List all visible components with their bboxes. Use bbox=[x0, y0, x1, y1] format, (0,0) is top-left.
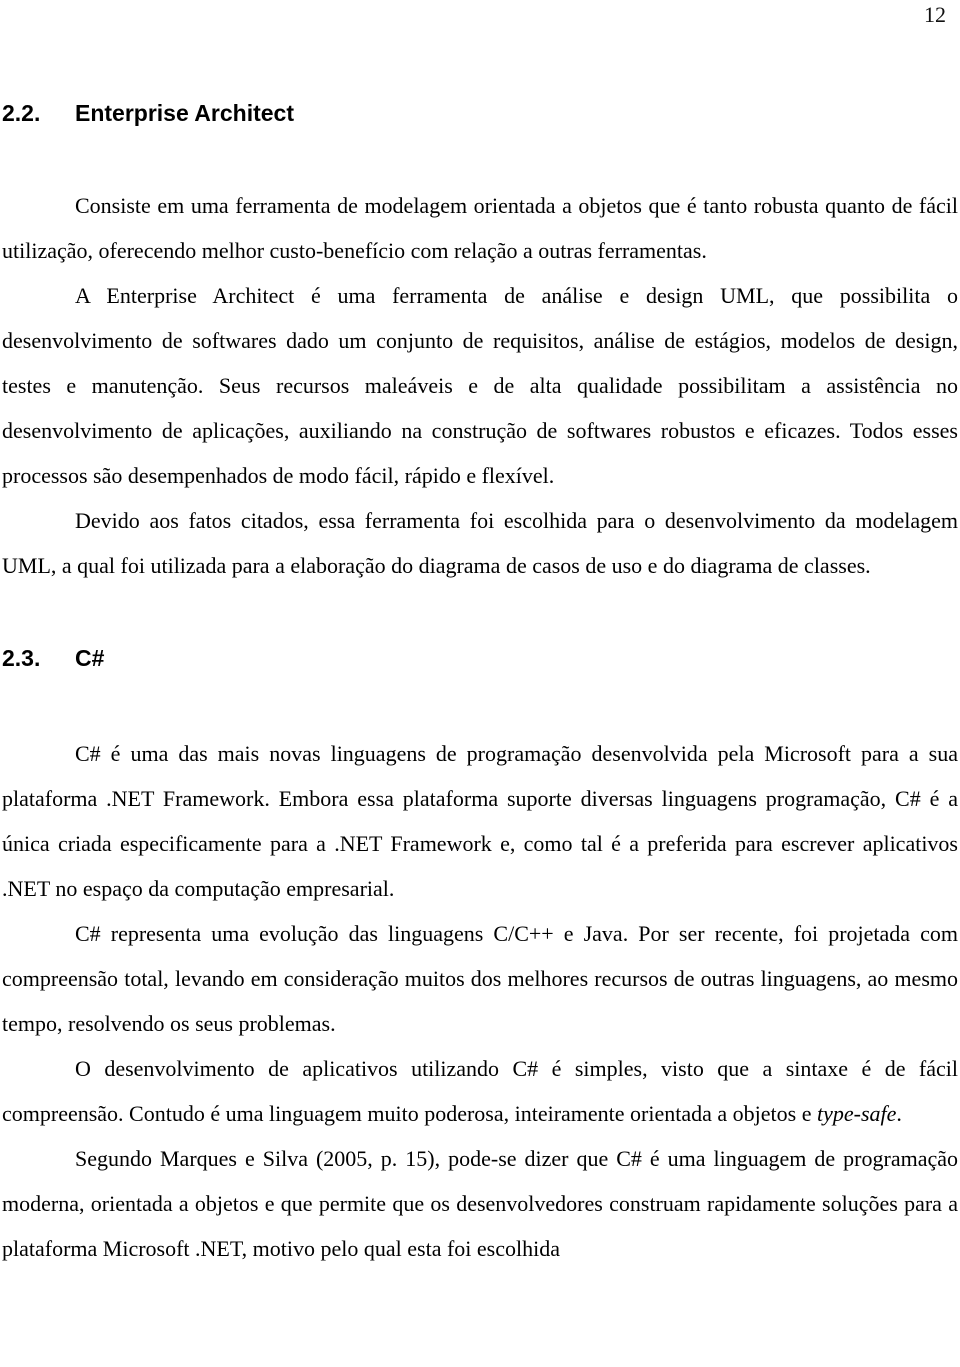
italic-term: type-safe bbox=[816, 1101, 897, 1126]
paragraph: A Enterprise Architect é uma ferramenta … bbox=[2, 283, 958, 488]
paragraph: C# representa uma evolução das linguagen… bbox=[2, 921, 958, 1036]
paragraph: Devido aos fatos citados, essa ferrament… bbox=[2, 508, 958, 578]
paragraph: C# é uma das mais novas linguagens de pr… bbox=[2, 741, 958, 901]
paragraph-final: Segundo Marques e Silva (2005, p. 15), p… bbox=[2, 1146, 958, 1261]
heading-gap-1 bbox=[2, 128, 958, 183]
section-number-2-3: 2.3. bbox=[2, 645, 41, 671]
section-title-2-3: C# bbox=[75, 645, 105, 671]
heading-gap-2-top bbox=[2, 588, 958, 643]
section-heading-2-2: 2.2. Enterprise Architect bbox=[2, 98, 958, 128]
top-spacer bbox=[2, 0, 958, 98]
section-number-2-2: 2.2. bbox=[2, 100, 41, 126]
document-page: 12 2.2. Enterprise Architect Consiste em … bbox=[0, 0, 960, 1367]
paragraph-text-after-italic: . bbox=[896, 1101, 902, 1126]
heading-gap-2-bottom bbox=[2, 673, 958, 731]
paragraph-with-italic-term: O desenvolvimento de aplicativos utiliza… bbox=[2, 1046, 958, 1136]
paragraph-text-before-italic: O desenvolvimento de aplicativos utiliza… bbox=[2, 1056, 958, 1126]
section-title-2-2: Enterprise Architect bbox=[75, 100, 294, 126]
page-content: 2.2. Enterprise Architect Consiste em uma… bbox=[2, 0, 958, 1271]
section-heading-2-3: 2.3. C# bbox=[2, 643, 958, 673]
paragraph: Consiste em uma ferramenta de modelagem … bbox=[2, 193, 958, 263]
